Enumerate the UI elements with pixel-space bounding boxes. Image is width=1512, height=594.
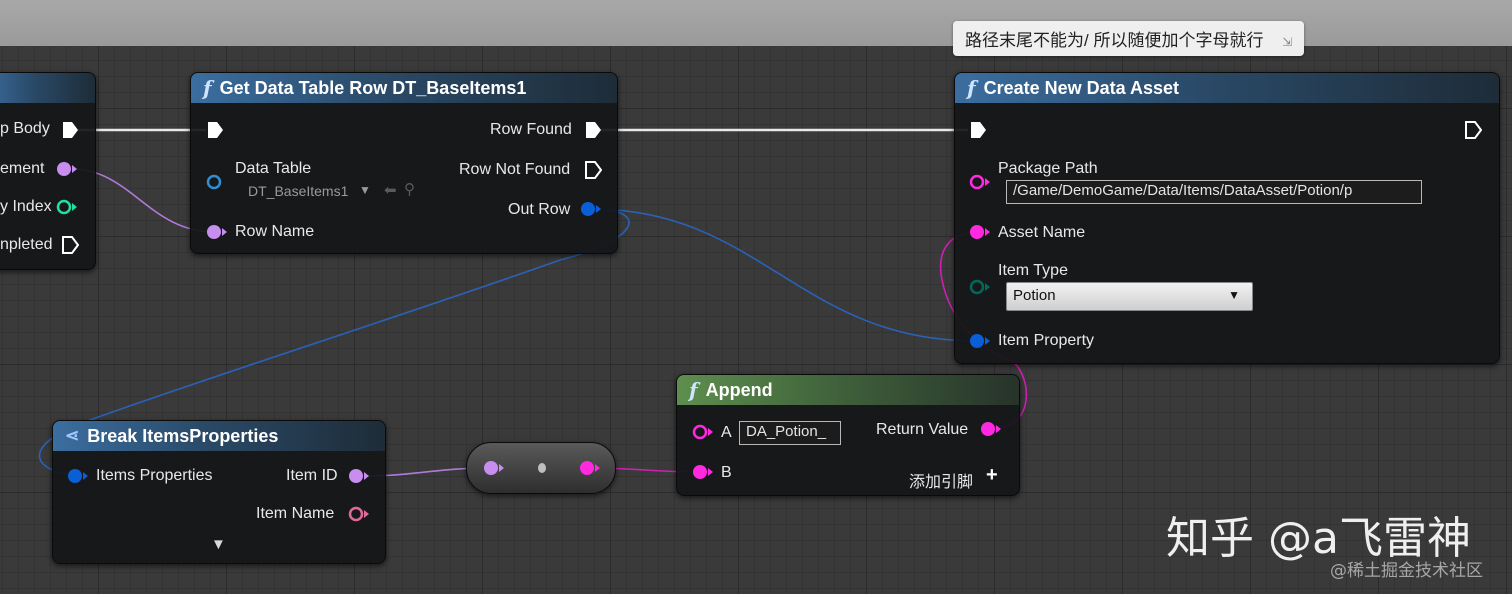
out-row-pin[interactable] (579, 200, 603, 218)
return-value-pin[interactable] (979, 420, 1003, 438)
conversion-dot-icon (538, 463, 546, 473)
data-table-pin[interactable] (205, 173, 227, 191)
get-row-exec-in-pin[interactable] (206, 121, 224, 139)
function-icon: f (967, 76, 976, 100)
row-found-exec-pin[interactable] (584, 121, 602, 139)
return-value-label: Return Value (876, 421, 969, 438)
break-struct-icon: ⋖ (65, 426, 80, 445)
get-data-table-row-header: f Get Data Table Row DT_BaseItems1 (191, 73, 617, 103)
row-not-found-label: Row Not Found (459, 161, 571, 178)
expand-arrow-icon[interactable]: ▼ (211, 536, 226, 553)
create-asset-exec-in-pin[interactable] (969, 121, 987, 139)
asset-name-pin[interactable] (968, 223, 992, 241)
data-table-value[interactable]: DT_BaseItems1 (248, 183, 348, 199)
append-header: f Append (677, 375, 1019, 405)
item-name-pin[interactable] (347, 505, 371, 523)
function-icon: f (689, 378, 698, 402)
append-a-label: A (721, 424, 732, 441)
add-pin-plus-icon[interactable]: + (986, 464, 998, 487)
row-name-label: Row Name (235, 223, 315, 240)
data-table-label: Data Table (235, 160, 312, 177)
item-property-pin[interactable] (968, 332, 992, 350)
package-path-label: Package Path (998, 160, 1098, 177)
conversion-output-pin[interactable] (578, 459, 602, 477)
pin-icon[interactable]: ⇲ (1282, 35, 1292, 49)
array-element-pin[interactable] (56, 160, 78, 178)
item-type-label: Item Type (998, 262, 1068, 279)
item-property-label: Item Property (998, 332, 1095, 349)
search-icon[interactable]: ⚲ (404, 180, 415, 198)
loop-body-label: p Body (0, 120, 50, 137)
function-icon: f (203, 76, 212, 100)
comment-tooltip: 路径末尾不能为/ 所以随便加个字母就行 ⇲ (953, 21, 1305, 56)
completed-exec-pin[interactable] (61, 236, 79, 254)
append-a-input[interactable]: DA_Potion_ (739, 421, 841, 445)
add-pin-label[interactable]: 添加引脚 (909, 468, 973, 492)
package-path-input[interactable]: /Game/DemoGame/Data/Items/DataAsset/Poti… (1006, 180, 1422, 204)
array-index-pin[interactable] (56, 198, 78, 216)
array-index-label: y Index (0, 198, 52, 215)
row-not-found-exec-pin[interactable] (584, 161, 602, 179)
item-type-dropdown[interactable]: Potion ▼ (1006, 282, 1253, 311)
append-b-pin[interactable] (691, 463, 715, 481)
comment-tooltip-text: 路径末尾不能为/ 所以随便加个字母就行 (965, 31, 1264, 50)
package-path-pin[interactable] (968, 173, 992, 191)
item-name-label: Item Name (256, 505, 335, 522)
loop-body-exec-pin[interactable] (61, 121, 79, 139)
items-properties-label: Items Properties (96, 467, 213, 484)
append-a-pin[interactable] (691, 423, 715, 441)
data-table-dropdown-icon[interactable]: ▼ (359, 183, 371, 197)
item-id-label: Item ID (286, 467, 338, 484)
for-each-loop-header (0, 73, 95, 103)
conversion-input-pin[interactable] (482, 459, 506, 477)
row-name-pin[interactable] (205, 223, 229, 241)
items-properties-pin[interactable] (66, 467, 90, 485)
watermark-sub: @稀土掘金技术社区 (1330, 561, 1483, 581)
out-row-label: Out Row (508, 201, 571, 218)
item-type-pin[interactable] (968, 278, 992, 296)
append-b-label: B (721, 464, 732, 481)
item-type-value: Potion (1013, 287, 1056, 304)
chevron-down-icon: ▼ (1228, 288, 1240, 302)
get-data-table-row-title: Get Data Table Row DT_BaseItems1 (219, 77, 527, 98)
wire-outrow-to-itemproperty (591, 208, 977, 342)
completed-label: npleted (0, 236, 53, 253)
break-items-properties-title: Break ItemsProperties (87, 425, 279, 446)
row-found-label: Row Found (490, 121, 572, 138)
break-items-properties-header: ⋖ Break ItemsProperties (53, 421, 385, 451)
browse-arrow-icon[interactable]: ⬅ (384, 181, 397, 199)
create-new-data-asset-header: f Create New Data Asset (955, 73, 1499, 103)
create-new-data-asset-title: Create New Data Asset (983, 77, 1180, 98)
asset-name-label: Asset Name (998, 224, 1086, 241)
item-id-pin[interactable] (347, 467, 371, 485)
append-title: Append (705, 379, 773, 400)
array-element-label: ement (0, 160, 45, 177)
create-asset-exec-out-pin[interactable] (1464, 121, 1482, 139)
create-new-data-asset-node[interactable]: f Create New Data Asset (954, 72, 1500, 364)
